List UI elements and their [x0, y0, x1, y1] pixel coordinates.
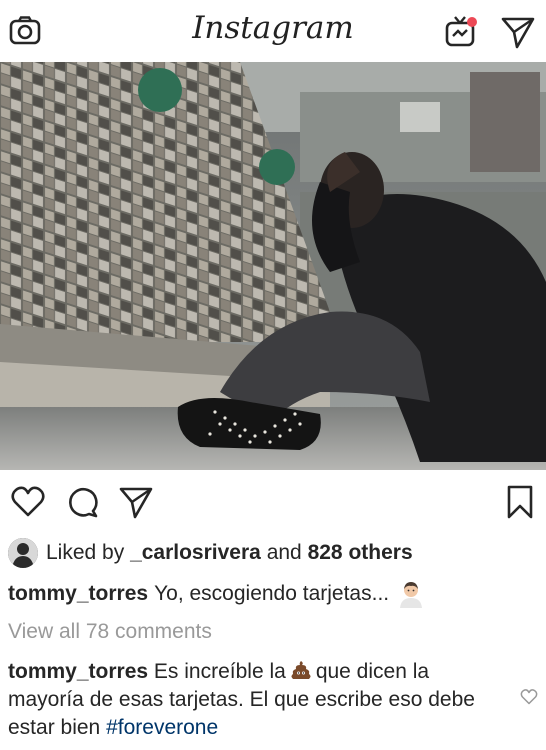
- caption-text: Yo, escogiendo tarjetas...: [154, 582, 390, 605]
- likes-count[interactable]: 828 others: [308, 541, 413, 565]
- comment-text-start: Es increíble la: [153, 660, 286, 683]
- liked-by-user[interactable]: _carlosrivera: [130, 541, 261, 565]
- liked-by-and: and: [266, 541, 302, 564]
- hashtag-link[interactable]: #foreverone: [106, 716, 218, 739]
- send-icon[interactable]: [500, 14, 536, 50]
- post-caption: tommy_torres Yo, escogiendo tarjetas...: [8, 580, 425, 608]
- share-icon[interactable]: [118, 484, 154, 520]
- likes-summary: Liked by _carlosrivera and 828 others: [8, 538, 413, 568]
- comment-like-heart-icon[interactable]: [520, 688, 538, 706]
- comment-item: tommy_torres Es increíble la que dicen l…: [8, 658, 508, 742]
- avatar[interactable]: [8, 538, 38, 568]
- notification-dot: [467, 17, 477, 27]
- comment-username[interactable]: tommy_torres: [8, 660, 148, 683]
- heart-icon[interactable]: [10, 484, 46, 520]
- top-bar: Instagram: [0, 0, 546, 62]
- poop-emoji-icon: [291, 661, 311, 679]
- comment-icon[interactable]: [64, 484, 100, 520]
- caption-username[interactable]: tommy_torres: [8, 582, 148, 606]
- man-tipping-hand-emoji-icon: [397, 580, 425, 608]
- post-actions: [0, 470, 546, 534]
- post-image[interactable]: [0, 62, 546, 470]
- view-all-comments-link[interactable]: View all 78 comments: [8, 620, 212, 644]
- liked-by-prefix: Liked by: [46, 541, 125, 564]
- igtv-icon[interactable]: [443, 14, 479, 50]
- bookmark-icon[interactable]: [502, 484, 538, 520]
